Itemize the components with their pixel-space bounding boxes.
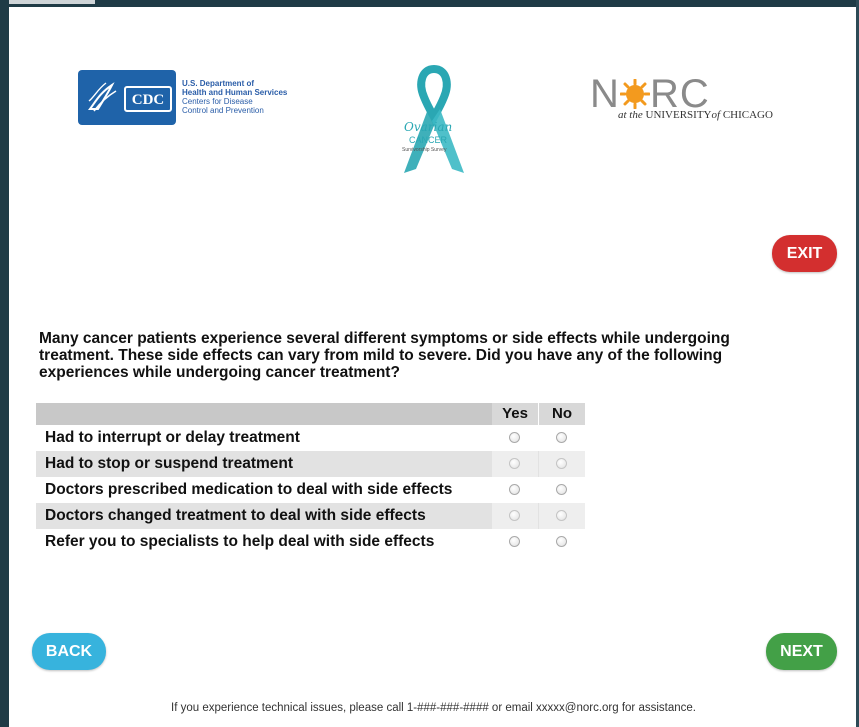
norc-sub-end: CHICAGO (720, 109, 773, 121)
radio-yes[interactable] (509, 432, 520, 443)
option-no-cell (539, 451, 585, 477)
row-label: Doctors changed treatment to deal with s… (45, 507, 426, 524)
window-tab (9, 0, 95, 4)
grid-row-medication: Doctors prescribed medication to deal wi… (36, 477, 584, 503)
cdc-agency-subtitle: Centers for Disease Control and Preventi… (182, 97, 264, 115)
radio-yes[interactable] (509, 510, 520, 521)
back-button[interactable]: BACK (32, 633, 106, 670)
grid-row-specialists: Refer you to specialists to help deal wi… (36, 529, 584, 555)
cdc-line-4: Control and Prevention (182, 106, 264, 115)
ribbon-word-ovarian: Ovarian (404, 120, 453, 134)
radio-yes[interactable] (509, 458, 520, 469)
row-label: Had to interrupt or delay treatment (45, 429, 300, 446)
radio-yes[interactable] (509, 484, 520, 495)
cdc-letters-icon: CDC (132, 92, 165, 108)
ribbon-word-cancer: CANCER (409, 135, 448, 145)
response-grid: Yes No Had to interrupt or delay treatme… (36, 403, 585, 555)
radio-no[interactable] (556, 484, 567, 495)
option-no-cell (539, 425, 585, 451)
cdc-agency-title: U.S. Department of Health and Human Serv… (182, 79, 287, 97)
cdc-letters-box: CDC (124, 86, 172, 112)
radio-no[interactable] (556, 458, 567, 469)
window-left-border (0, 0, 9, 727)
column-header-no: No (539, 403, 585, 425)
radio-no[interactable] (556, 536, 567, 547)
grid-header-row: Yes No (36, 403, 585, 425)
next-button[interactable]: NEXT (766, 633, 837, 670)
row-label: Doctors prescribed medication to deal wi… (45, 481, 453, 498)
cdc-logo-box: CDC (78, 70, 176, 125)
option-yes-cell (492, 503, 538, 529)
option-yes-cell (492, 451, 538, 477)
row-label: Had to stop or suspend treatment (45, 455, 294, 472)
option-yes-cell (492, 477, 538, 503)
norc-sub-prefix: at the (618, 109, 643, 121)
exit-button[interactable]: EXIT (772, 235, 837, 272)
radio-yes[interactable] (509, 536, 520, 547)
option-no-cell (539, 503, 585, 529)
norc-letter-n: N (590, 72, 620, 116)
grid-row-interrupt-delay: Had to interrupt or delay treatment (36, 425, 584, 451)
cdc-line-2: Health and Human Services (182, 88, 288, 97)
hhs-eagle-icon (88, 82, 117, 112)
norc-logo: N RC at the UNIVERSITYof CHICAGO (590, 72, 790, 127)
option-yes-cell (492, 529, 538, 555)
radio-no[interactable] (556, 510, 567, 521)
ovarian-cancer-logo: Ovarian CANCER Survivorship Survey (392, 64, 476, 177)
grid-row-stop-suspend: Had to stop or suspend treatment (36, 451, 585, 477)
row-label: Refer you to specialists to help deal wi… (45, 533, 435, 550)
cdc-line-1: U.S. Department of (182, 79, 255, 88)
footer-help-text: If you experience technical issues, plea… (171, 702, 696, 714)
cdc-letters-text: CDC (132, 92, 165, 108)
cdc-logo: CDC U.S. Department of Health and Human … (78, 70, 298, 130)
option-no-cell (539, 529, 585, 555)
norc-subtitle: at the UNIVERSITYof CHICAGO (618, 109, 773, 121)
option-no-cell (539, 477, 585, 503)
norc-sub-main: UNIVERSITY (642, 109, 712, 121)
radio-no[interactable] (556, 432, 567, 443)
grid-row-changed-treatment: Doctors changed treatment to deal with s… (36, 503, 585, 529)
option-yes-cell (492, 425, 538, 451)
cdc-line-3: Centers for Disease (182, 97, 253, 106)
ribbon-word-survey: Survivorship Survey (402, 147, 447, 153)
norc-sub-of: of (711, 109, 721, 121)
column-header-yes: Yes (492, 403, 539, 425)
window-top-border (0, 0, 859, 7)
question-text: Many cancer patients experience several … (39, 330, 730, 381)
norc-sun-icon (620, 79, 650, 109)
